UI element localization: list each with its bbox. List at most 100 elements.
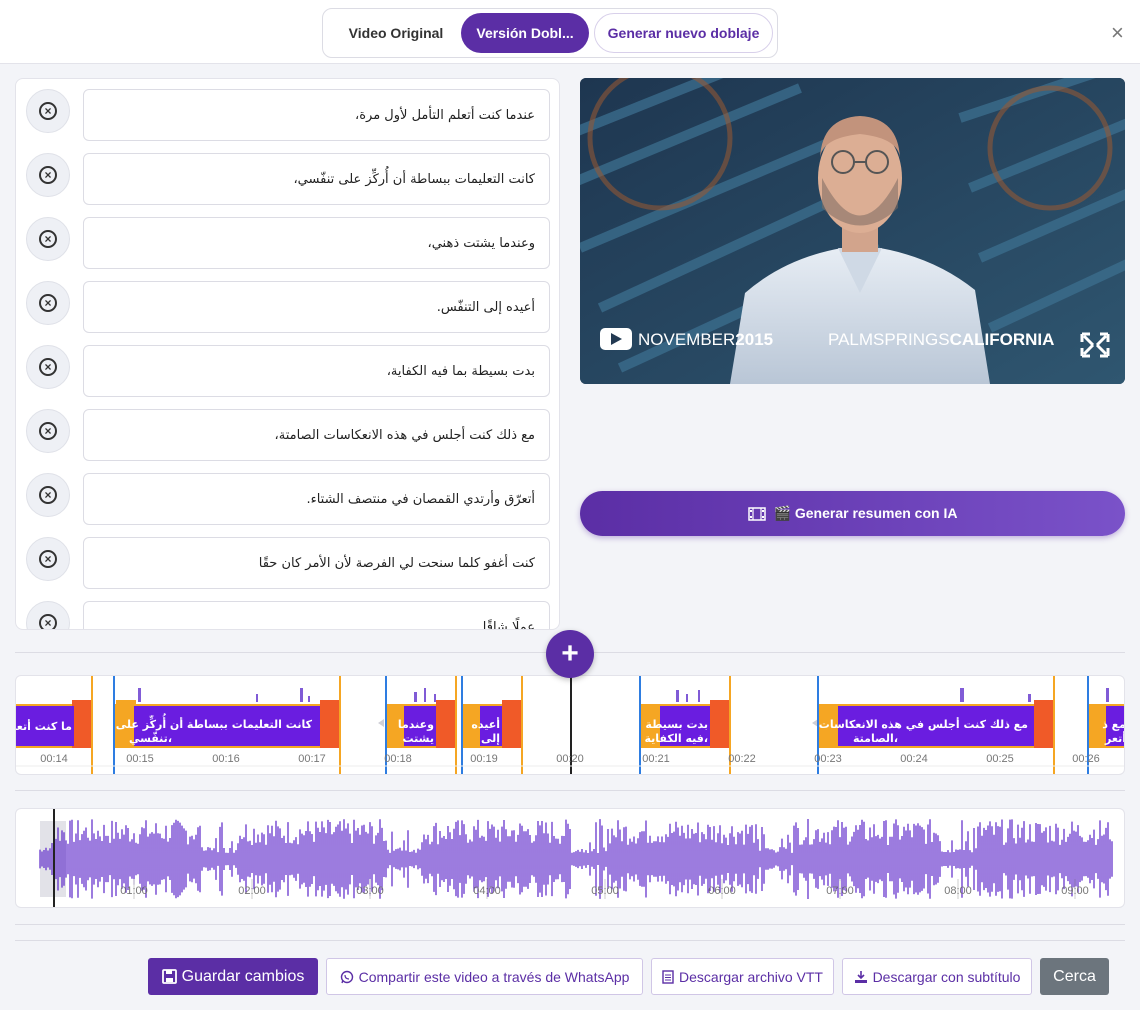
- subtitle-text-field[interactable]: أعيده إلى التنفّس.: [83, 281, 550, 333]
- timeline-tick: 00:23: [814, 753, 842, 765]
- download-vtt-button[interactable]: Descargar archivo VTT: [651, 958, 834, 995]
- timeline-tick: 00:16: [212, 753, 240, 765]
- overview-tick: 01:00: [120, 885, 148, 897]
- film-icon: [747, 506, 766, 521]
- share-whatsapp-button[interactable]: Compartir este video a través de WhatsAp…: [326, 958, 643, 995]
- segment-text: ...ما كنت أتعل: [16, 719, 72, 733]
- subtitle-row: × عندما كنت أتعلم التأمل لأول مرة،: [16, 89, 559, 141]
- timeline-tick: 00:17: [298, 753, 326, 765]
- overview-tick: 08:00: [944, 885, 972, 897]
- top-bar: Video Original Versión Dobl... Generar n…: [0, 0, 1140, 64]
- subtitle-row: × أعيده إلى التنفّس.: [16, 281, 559, 333]
- overview-tick: 07:00: [826, 885, 854, 897]
- tab-original-video[interactable]: Video Original: [331, 13, 461, 53]
- subtitle-list[interactable]: × عندما كنت أتعلم التأمل لأول مرة، × كان…: [15, 78, 560, 630]
- video-date-text: NOVEMBER2015: [638, 330, 773, 349]
- divider: [15, 790, 1125, 791]
- delete-subtitle-button[interactable]: ×: [26, 153, 70, 197]
- subtitle-text-field[interactable]: عندما كنت أتعلم التأمل لأول مرة،: [83, 89, 550, 141]
- add-subtitle-button[interactable]: +: [546, 630, 594, 678]
- subtitle-row: × كانت التعليمات ببساطة أن أُركِّز على ت…: [16, 153, 559, 205]
- delete-subtitle-button[interactable]: ×: [26, 345, 70, 389]
- segment-text-line2: أتعر: [1104, 731, 1125, 745]
- close-button[interactable]: Cerca: [1040, 958, 1109, 995]
- download-vtt-label: Descargar archivo VTT: [679, 968, 823, 985]
- overview-tick: 04:00: [473, 885, 501, 897]
- segment-text: وعندما: [398, 718, 434, 731]
- audio-waveform-overview[interactable]: 01:00 02:00 03:00 04:00 05:00 06:00 07:0…: [15, 808, 1125, 908]
- timeline-tick: 00:14: [40, 753, 68, 765]
- close-circle-icon: ×: [39, 614, 57, 629]
- subtitle-text-field[interactable]: عملًا شاقًا: [83, 601, 550, 629]
- view-tabs: Video Original Versión Dobl... Generar n…: [322, 8, 778, 58]
- subtitle-text-field[interactable]: كنت أغفو كلما سنحت لي الفرصة لأن الأمر ك…: [83, 537, 550, 589]
- delete-subtitle-button[interactable]: ×: [26, 473, 70, 517]
- segment-text-line2: يشتت: [403, 732, 434, 745]
- timeline-tick: 00:21: [642, 753, 670, 765]
- timeline-segment[interactable]: مع ذ أتعر: [1088, 704, 1125, 748]
- subtitle-row: × وعندما يشتت ذهني،: [16, 217, 559, 269]
- delete-subtitle-button[interactable]: ×: [26, 601, 70, 629]
- segment-text: مع ذلك كنت أجلس في هذه الانعكاسات: [819, 717, 1028, 731]
- subtitle-text-field[interactable]: كانت التعليمات ببساطة أن أُركِّز على تنف…: [83, 153, 550, 205]
- timeline-segment[interactable]: أعيده إلى: [462, 700, 522, 748]
- footer-actions: Guardar cambios Compartir este video a t…: [0, 958, 1140, 998]
- segment-text: أعيده: [471, 717, 500, 731]
- subtitle-text-field[interactable]: بدت بسيطة بما فيه الكفاية،: [83, 345, 550, 397]
- share-whatsapp-label: Compartir este video a través de WhatsAp…: [358, 968, 630, 985]
- download-icon: [854, 970, 867, 983]
- subtitle-text-field[interactable]: مع ذلك كنت أجلس في هذه الانعكاسات الصامت…: [83, 409, 550, 461]
- delete-subtitle-button[interactable]: ×: [26, 217, 70, 261]
- download-with-subtitle-button[interactable]: Descargar con subtítulo: [842, 958, 1032, 995]
- segment-text: مع ذ: [1102, 718, 1125, 731]
- whatsapp-icon: [340, 970, 353, 983]
- timeline-tick: 00:26: [1072, 753, 1100, 765]
- generate-new-dub-button[interactable]: Generar nuevo doblaje: [594, 13, 773, 53]
- close-circle-icon: ×: [39, 230, 57, 248]
- close-circle-icon: ×: [39, 166, 57, 184]
- generate-summary-label: 🎬 Generar resumen con IA: [773, 505, 958, 521]
- save-icon: [161, 969, 177, 984]
- subtitle-text-field[interactable]: وعندما يشتت ذهني،: [83, 217, 550, 269]
- overview-tick: 06:00: [708, 885, 736, 897]
- timeline-tick: 00:22: [728, 753, 756, 765]
- generate-summary-button[interactable]: 🎬 Generar resumen con IA: [580, 491, 1125, 536]
- close-icon[interactable]: ×: [1111, 22, 1124, 44]
- download-with-subtitle-label: Descargar con subtítulo: [872, 968, 1021, 985]
- video-frame: NOVEMBER2015 PALMSPRINGSCALIFORNIA: [580, 78, 1125, 384]
- segment-text-line2: فيه الكفاية،: [644, 732, 708, 745]
- timeline-canvas: ...ما كنت أتعل كانت التعليمات ببساطة أن …: [16, 676, 1125, 774]
- tab-dubbed-version[interactable]: Versión Dobl...: [461, 13, 589, 53]
- save-changes-label: Guardar cambios: [181, 967, 305, 985]
- timeline-segment[interactable]: بدت بسيطة بما فيه الكفاية،: [626, 700, 730, 748]
- timeline-tick: 00:24: [900, 753, 928, 765]
- timeline-tick: 00:25: [986, 753, 1014, 765]
- timeline-segment[interactable]: ...ما كنت أتعل: [16, 700, 92, 748]
- video-player[interactable]: NOVEMBER2015 PALMSPRINGSCALIFORNIA: [580, 78, 1125, 384]
- overview-tick: 02:00: [238, 885, 266, 897]
- subtitle-text-field[interactable]: أتعرّق وأرتدي القمصان في منتصف الشتاء.: [83, 473, 550, 525]
- timeline-segment[interactable]: كانت التعليمات ببساطة أن أُركِّز على تنف…: [114, 700, 340, 748]
- overview-tick: 05:00: [591, 885, 619, 897]
- delete-subtitle-button[interactable]: ×: [26, 409, 70, 453]
- overview-tick: 03:00: [356, 885, 384, 897]
- delete-subtitle-button[interactable]: ×: [26, 537, 70, 581]
- timeline-segment[interactable]: مع ذلك كنت أجلس في هذه الانعكاسات الصامت…: [818, 700, 1054, 748]
- timeline-segment[interactable]: وعندما يشتت: [386, 700, 456, 748]
- timeline-tick: 00:20: [556, 753, 584, 765]
- subtitle-row: × بدت بسيطة بما فيه الكفاية،: [16, 345, 559, 397]
- document-icon: [662, 969, 674, 984]
- subtitle-row: × أتعرّق وأرتدي القمصان في منتصف الشتاء.: [16, 473, 559, 525]
- delete-subtitle-button[interactable]: ×: [26, 281, 70, 325]
- waveform-canvas: 01:00 02:00 03:00 04:00 05:00 06:00 07:0…: [39, 809, 1113, 907]
- subtitle-timeline[interactable]: ...ما كنت أتعل كانت التعليمات ببساطة أن …: [15, 675, 1125, 775]
- close-circle-icon: ×: [39, 294, 57, 312]
- timeline-tick: 00:18: [384, 753, 412, 765]
- subtitle-row: × مع ذلك كنت أجلس في هذه الانعكاسات الصا…: [16, 409, 559, 461]
- timeline-tick: 00:19: [470, 753, 498, 765]
- divider: [15, 924, 1125, 925]
- delete-subtitle-button[interactable]: ×: [26, 89, 70, 133]
- close-circle-icon: ×: [39, 550, 57, 568]
- close-circle-icon: ×: [39, 422, 57, 440]
- save-changes-button[interactable]: Guardar cambios: [148, 958, 318, 995]
